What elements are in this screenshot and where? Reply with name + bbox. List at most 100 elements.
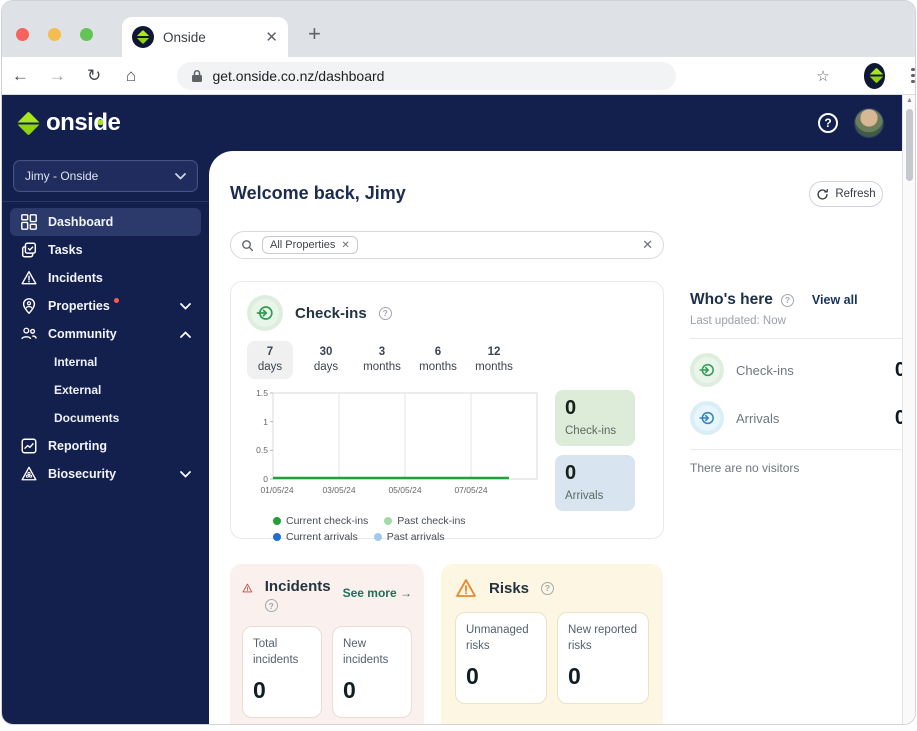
properties-notification-dot — [113, 298, 119, 303]
y-tick-label: 0 — [263, 474, 268, 484]
bookmark-star-icon[interactable]: ☆ — [816, 67, 829, 85]
address-bar[interactable]: get.onside.co.nz/dashboard — [177, 61, 677, 90]
sidebar-subitem-label: Documents — [54, 411, 120, 425]
refresh-button[interactable]: Refresh — [809, 181, 883, 207]
risks-help-icon[interactable]: ? — [541, 581, 555, 595]
tab-7-days[interactable]: 7 days — [247, 341, 293, 379]
sidebar-item-label: Tasks — [48, 243, 83, 257]
row-value: 0 — [895, 359, 902, 382]
stat-label: Unmanaged risks — [466, 624, 529, 652]
arrivals-stat-value: 0 — [565, 461, 577, 484]
period-num: 6 — [434, 346, 442, 358]
see-more-label: See more — [342, 586, 397, 600]
minimize-window-button[interactable] — [48, 28, 61, 41]
legend-label: Current arrivals — [286, 530, 358, 543]
legend-label: Past check-ins — [397, 514, 466, 527]
x-tick-label: 01/05/24 — [260, 485, 293, 495]
tab-title: Onside — [163, 29, 206, 45]
onside-extension-icon[interactable] — [863, 62, 886, 89]
sidebar-item-documents[interactable]: Documents — [2, 404, 209, 432]
row-value: 0 — [895, 407, 902, 430]
sidebar-item-properties[interactable]: Properties — [10, 292, 201, 320]
period-num: 3 — [378, 346, 386, 358]
sidebar-item-label: Properties — [48, 299, 110, 313]
browser-window: Onside ✕ + ← → ↻ ⌂ get.onside.co.nz/dash… — [1, 0, 916, 725]
onside-logo-icon — [16, 110, 41, 136]
sidebar-item-dashboard[interactable]: Dashboard — [10, 208, 201, 236]
dashboard-grid-icon — [20, 213, 38, 231]
account-selector-label: Jimy - Onside — [25, 169, 99, 183]
stat-value: 0 — [343, 677, 356, 704]
url-text: get.onside.co.nz/dashboard — [212, 67, 385, 84]
x-tick-label: 03/05/24 — [322, 485, 355, 495]
page-scrollbar[interactable]: ▲ — [902, 95, 915, 724]
tab-close-icon[interactable]: ✕ — [265, 28, 278, 46]
sidebar-item-biosecurity[interactable]: Biosecurity — [10, 460, 201, 488]
checkins-help-icon[interactable]: ? — [378, 306, 392, 320]
whos-here-title: Who's here — [690, 291, 773, 308]
y-tick-label: 1.5 — [256, 388, 268, 398]
sidebar-item-reporting[interactable]: Reporting — [10, 432, 201, 460]
tab-3-months[interactable]: 3 months — [359, 341, 405, 379]
forward-button[interactable]: → — [39, 66, 76, 86]
close-window-button[interactable] — [16, 28, 29, 41]
chevron-down-icon[interactable] — [180, 302, 191, 310]
view-all-link[interactable]: View all — [812, 293, 858, 307]
whos-here-help-icon[interactable]: ? — [780, 293, 794, 307]
account-selector[interactable]: Jimy - Onside — [13, 160, 198, 192]
property-search-input[interactable]: All Properties ✕ ✕ — [230, 231, 664, 259]
sidebar-item-internal[interactable]: Internal — [2, 348, 209, 376]
sidebar-item-label: Biosecurity — [48, 467, 117, 481]
scrollbar-thumb[interactable] — [906, 109, 913, 181]
tab-12-months[interactable]: 12 months — [471, 341, 517, 379]
period-num: 12 — [487, 346, 501, 358]
y-tick-label: 1 — [263, 417, 268, 427]
whos-here-arrivals-row: Arrivals 0 — [690, 398, 902, 438]
sidebar-item-incidents[interactable]: Incidents — [10, 264, 201, 292]
whos-here-checkins-row: Check-ins 0 — [690, 350, 902, 390]
arrivals-stat-box: 0 Arrivals — [555, 454, 635, 511]
divider — [690, 449, 902, 450]
period-num: 30 — [319, 346, 333, 358]
tab-30-days[interactable]: 30 days — [303, 341, 349, 379]
browser-toolbar: ← → ↻ ⌂ get.onside.co.nz/dashboard ☆ — [2, 57, 915, 95]
chevron-up-icon[interactable] — [180, 330, 191, 338]
property-pin-icon — [20, 297, 38, 315]
risk-warning-icon — [456, 579, 476, 597]
arrivals-stat-label: Arrivals — [565, 489, 604, 502]
sidebar-item-tasks[interactable]: Tasks — [10, 236, 201, 264]
scroll-up-arrow-icon[interactable]: ▲ — [906, 97, 913, 104]
browser-menu-icon[interactable] — [911, 67, 915, 84]
refresh-icon — [817, 188, 829, 200]
zoom-window-button[interactable] — [80, 28, 93, 41]
incidents-card-title: Incidents — [264, 578, 331, 595]
chip-remove-icon[interactable]: ✕ — [341, 240, 349, 251]
search-clear-icon[interactable]: ✕ — [642, 237, 653, 253]
filter-chip-all-properties[interactable]: All Properties ✕ — [262, 236, 358, 254]
sidebar-item-community[interactable]: Community — [10, 320, 201, 348]
see-more-link[interactable]: See more → — [343, 586, 412, 600]
legend-dot-past-checkins — [384, 516, 393, 525]
period-unit: days — [257, 360, 283, 373]
checkin-circle-icon — [690, 353, 724, 387]
sidebar: Jimy - Onside Dashboard Tasks Incidents … — [2, 151, 209, 724]
sidebar-item-external[interactable]: External — [2, 376, 209, 404]
filter-chip-label: All Properties — [270, 239, 336, 251]
back-button[interactable]: ← — [2, 66, 39, 86]
browser-tab[interactable]: Onside ✕ — [122, 17, 288, 57]
window-controls — [16, 28, 93, 41]
new-tab-button[interactable]: + — [308, 23, 321, 45]
home-button[interactable]: ⌂ — [113, 66, 150, 86]
help-icon[interactable]: ? — [818, 113, 838, 133]
user-avatar[interactable] — [854, 108, 884, 138]
tab-6-months[interactable]: 6 months — [415, 341, 461, 379]
incidents-help-icon[interactable]: ? — [264, 599, 278, 612]
stat-label: New reported risks — [568, 624, 638, 652]
chevron-down-icon[interactable] — [180, 470, 191, 478]
biosecurity-icon — [20, 465, 38, 483]
new-incidents-stat: New incidents 0 — [332, 626, 412, 718]
reload-button[interactable]: ↻ — [76, 66, 113, 86]
sidebar-item-label: Community — [48, 327, 117, 341]
checkins-stat-value: 0 — [565, 396, 577, 419]
stat-value: 0 — [466, 663, 479, 690]
